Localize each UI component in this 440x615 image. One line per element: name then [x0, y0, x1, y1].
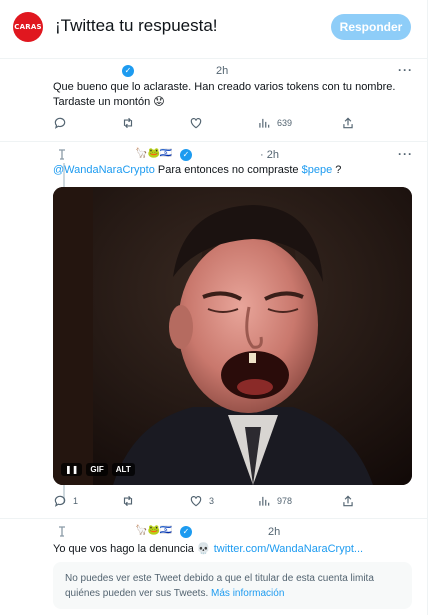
reply-count: 1 [73, 496, 79, 506]
like-icon [190, 496, 202, 507]
retweet-action[interactable] [121, 494, 135, 508]
reply-icon [54, 117, 66, 129]
brand-logo[interactable]: CARAS [13, 12, 43, 42]
views-action[interactable]: 639 [257, 116, 292, 130]
reply-action[interactable]: 1 [53, 494, 78, 508]
like-action[interactable] [189, 116, 203, 130]
header-title: ¡Twittea tu respuesta! [55, 16, 218, 35]
cashtag-link[interactable]: $pepe [302, 164, 333, 176]
tweet-text-end: ? [332, 164, 342, 176]
tweet-text: @WandaNaraCrypto Para entonces no compra… [53, 164, 341, 176]
more-options-icon[interactable]: ··· [398, 63, 413, 77]
like-count: 3 [209, 496, 215, 506]
more-info-link[interactable]: Más información [211, 588, 284, 599]
reply-icon [54, 495, 66, 507]
like-icon [190, 118, 202, 129]
gif-badge: GIF [86, 463, 108, 476]
display-name-emojis: 🦙🐸🇮🇱 [135, 148, 173, 159]
gif-media[interactable]: ❚❚ GIF ALT [53, 187, 412, 485]
reply-button[interactable]: Responder [331, 14, 411, 40]
tweet-time[interactable]: 2h [268, 526, 280, 538]
share-icon [343, 495, 353, 507]
retweet-icon [123, 495, 133, 507]
retweet-action[interactable] [121, 116, 135, 130]
tweet-time[interactable]: · 2h [260, 149, 279, 161]
tweet-text-line2: Tardaste un montón 😟 [53, 96, 165, 108]
small-avatar-icon [59, 149, 65, 160]
divider [0, 141, 428, 142]
more-options-icon[interactable]: ··· [398, 147, 413, 161]
views-count: 978 [277, 496, 293, 506]
mention-link[interactable]: @WandaNaraCrypto [53, 164, 155, 176]
reply-action[interactable] [53, 116, 67, 130]
media-badges: ❚❚ GIF ALT [61, 463, 135, 476]
laughing-man-gif-image [53, 187, 412, 485]
divider [0, 58, 428, 59]
verified-badge-icon: ✓ [180, 526, 192, 538]
alt-badge[interactable]: ALT [111, 463, 135, 476]
reply-header: CARAS ¡Twittea tu respuesta! Responder [0, 0, 428, 52]
divider [0, 518, 428, 519]
views-icon [259, 496, 270, 506]
share-icon [343, 117, 353, 129]
share-action[interactable] [341, 116, 355, 130]
retweet-icon [123, 117, 133, 129]
display-name-emojis: 🦙🐸🇮🇱 [135, 525, 173, 536]
verified-badge-icon: ✓ [180, 149, 192, 161]
protected-tweet-notice: No puedes ver este Tweet debido a que el… [53, 562, 412, 609]
tweet-text-body: Para entonces no compraste [154, 164, 302, 176]
views-icon [259, 118, 270, 128]
tweet-embed-frame: CARAS ¡Twittea tu respuesta! Responder ✓… [0, 0, 428, 615]
pause-icon[interactable]: ❚❚ [61, 463, 83, 476]
views-action[interactable]: 978 [257, 494, 292, 508]
share-action[interactable] [341, 494, 355, 508]
small-avatar-icon [59, 526, 65, 537]
tweet-text: Yo que vos hago la denuncia 💀 twitter.co… [53, 542, 363, 555]
tweet-time[interactable]: 2h [216, 65, 228, 77]
tweet-url-link[interactable]: twitter.com/WandaNaraCrypt... [214, 543, 363, 555]
tweet-text-body: Yo que vos hago la denuncia 💀 [53, 543, 211, 555]
verified-badge-icon: ✓ [122, 65, 134, 77]
like-action[interactable]: 3 [189, 494, 214, 508]
tweet-text-line1: Que bueno que lo aclaraste. Han creado v… [53, 81, 396, 93]
views-count: 639 [277, 118, 293, 128]
